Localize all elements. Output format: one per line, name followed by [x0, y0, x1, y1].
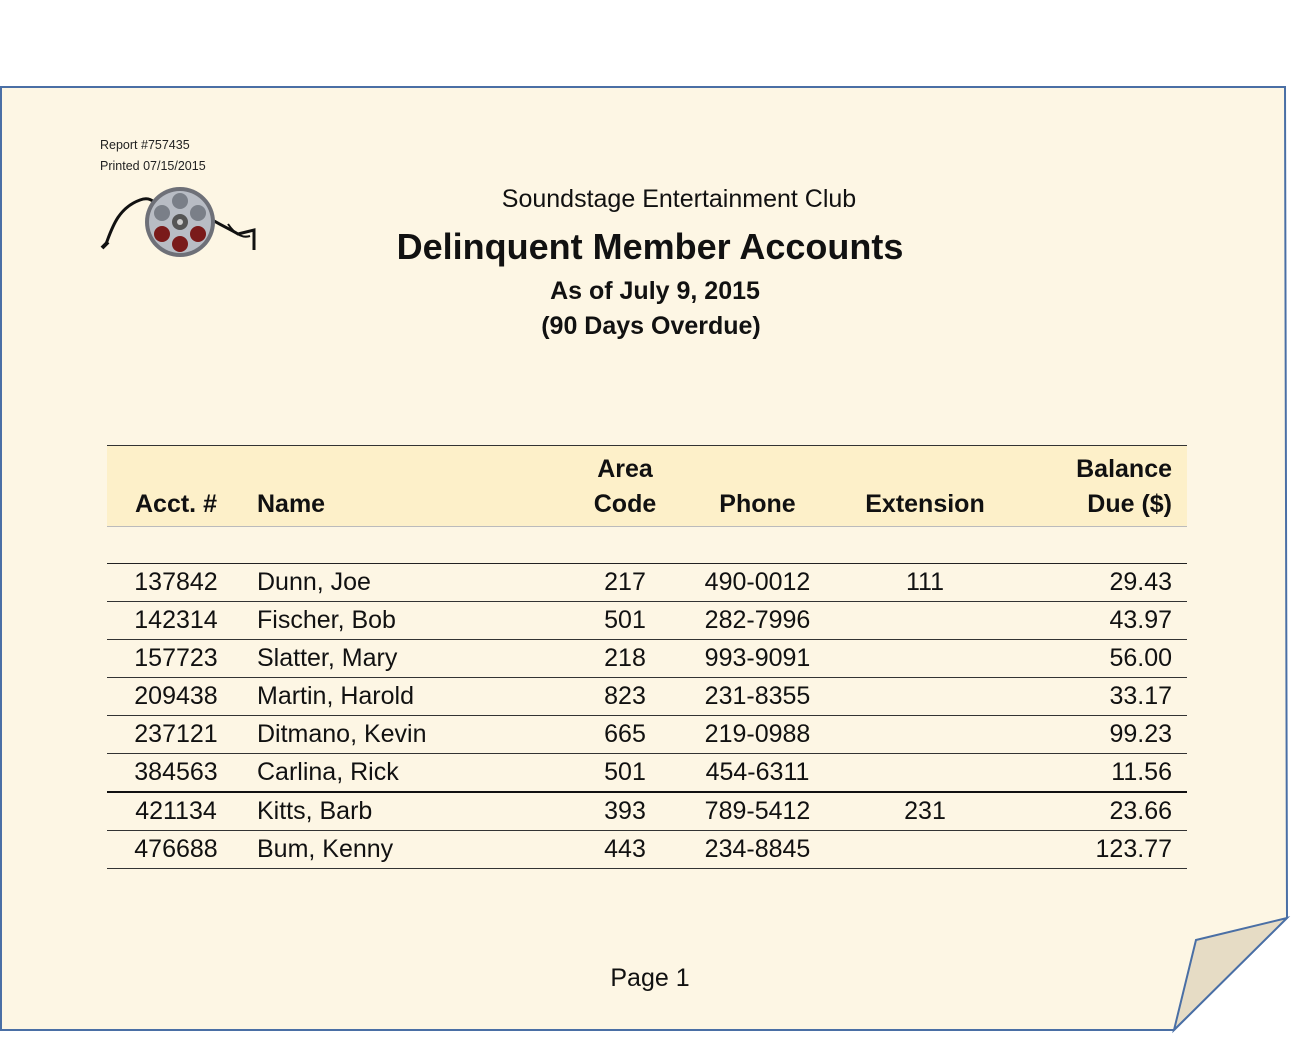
cell-balance: 29.43 [1010, 563, 1187, 602]
col-header-line1 [257, 452, 575, 487]
cell-area-code: 443 [575, 830, 675, 869]
col-header-name: Name [245, 445, 575, 527]
table-row: 384563 Carlina, Rick 501 454-6311 11.56 [107, 753, 1187, 793]
cell-name: Martin, Harold [245, 677, 575, 716]
cell-area-code: 218 [575, 639, 675, 678]
cell-extension: 231 [840, 792, 1010, 831]
page-number: Page 1 [610, 964, 690, 992]
cell-area-code: 823 [575, 677, 675, 716]
col-header-line2: Due ($) [1087, 490, 1172, 518]
cell-phone: 234-8845 [675, 830, 840, 869]
cell-acct: 421134 [107, 792, 245, 831]
cell-extension: 111 [840, 563, 1010, 602]
cell-phone: 490-0012 [675, 563, 840, 602]
col-header-line2: Extension [865, 490, 985, 518]
cell-acct: 237121 [107, 715, 245, 754]
cell-balance: 123.77 [1010, 830, 1187, 869]
cell-extension [840, 639, 1010, 678]
cell-area-code: 501 [575, 753, 675, 793]
col-header-line1: Area [597, 455, 653, 483]
cell-name: Slatter, Mary [245, 639, 575, 678]
cell-acct: 137842 [107, 563, 245, 602]
col-header-line1 [107, 452, 245, 487]
table-row: 209438 Martin, Harold 823 231-8355 33.17 [107, 677, 1187, 716]
cell-phone: 282-7996 [675, 601, 840, 640]
cell-name: Dunn, Joe [245, 563, 575, 602]
cell-phone: 231-8355 [675, 677, 840, 716]
table-row: 237121 Ditmano, Kevin 665 219-0988 99.23 [107, 715, 1187, 754]
cell-balance: 99.23 [1010, 715, 1187, 754]
cell-extension [840, 753, 1010, 793]
col-header-line1: Balance [1076, 455, 1172, 483]
cell-name: Bum, Kenny [245, 830, 575, 869]
col-header-phone: Phone [675, 445, 840, 527]
cell-phone: 454-6311 [675, 753, 840, 793]
cell-area-code: 217 [575, 563, 675, 602]
club-name: Soundstage Entertainment Club [501, 185, 857, 213]
overdue-subtitle: (90 Days Overdue) [541, 312, 761, 340]
col-header-acct: Acct. # [107, 445, 245, 527]
cell-phone: 993-9091 [675, 639, 840, 678]
table-spacer-row [107, 526, 1187, 564]
cell-name: Carlina, Rick [245, 753, 575, 793]
cell-balance: 43.97 [1010, 601, 1187, 640]
col-header-area-code: Area Code [575, 445, 675, 527]
as-of-date: As of July 9, 2015 [550, 277, 760, 305]
cell-extension [840, 677, 1010, 716]
col-header-balance: Balance Due ($) [1010, 445, 1187, 527]
col-header-line1 [675, 452, 840, 487]
cell-phone: 789-5412 [675, 792, 840, 831]
table-row: 421134 Kitts, Barb 393 789-5412 231 23.6… [107, 792, 1187, 831]
cell-name: Kitts, Barb [245, 792, 575, 831]
table-row: 157723 Slatter, Mary 218 993-9091 56.00 [107, 639, 1187, 678]
cell-balance: 11.56 [1010, 753, 1187, 793]
report-number: Report #757435 [100, 138, 190, 152]
col-header-line2: Acct. # [135, 490, 217, 518]
table-row: 142314 Fischer, Bob 501 282-7996 43.97 [107, 601, 1187, 640]
col-header-line2: Name [257, 490, 326, 518]
cell-balance: 33.17 [1010, 677, 1187, 716]
cell-balance: 56.00 [1010, 639, 1187, 678]
cell-area-code: 501 [575, 601, 675, 640]
cell-area-code: 393 [575, 792, 675, 831]
table-row: 137842 Dunn, Joe 217 490-0012 111 29.43 [107, 563, 1187, 602]
cell-area-code: 665 [575, 715, 675, 754]
cell-extension [840, 601, 1010, 640]
accounts-table: Acct. # Name Area Code Phone Extension B… [107, 445, 1187, 869]
col-header-line2: Code [593, 490, 657, 518]
cell-acct: 142314 [107, 601, 245, 640]
cell-balance: 23.66 [1010, 792, 1187, 831]
cell-name: Ditmano, Kevin [245, 715, 575, 754]
cell-acct: 209438 [107, 677, 245, 716]
table-header-row: Acct. # Name Area Code Phone Extension B… [107, 445, 1187, 527]
cell-extension [840, 830, 1010, 869]
col-header-line1 [840, 452, 1010, 487]
printed-date: Printed 07/15/2015 [100, 159, 206, 173]
cell-acct: 384563 [107, 753, 245, 793]
cell-name: Fischer, Bob [245, 601, 575, 640]
col-header-line2: Phone [719, 490, 796, 518]
col-header-extension: Extension [840, 445, 1010, 527]
table-row: 476688 Bum, Kenny 443 234-8845 123.77 [107, 830, 1187, 869]
cell-acct: 157723 [107, 639, 245, 678]
report-title: Delinquent Member Accounts [396, 226, 904, 267]
cell-extension [840, 715, 1010, 754]
cell-phone: 219-0988 [675, 715, 840, 754]
cell-acct: 476688 [107, 830, 245, 869]
